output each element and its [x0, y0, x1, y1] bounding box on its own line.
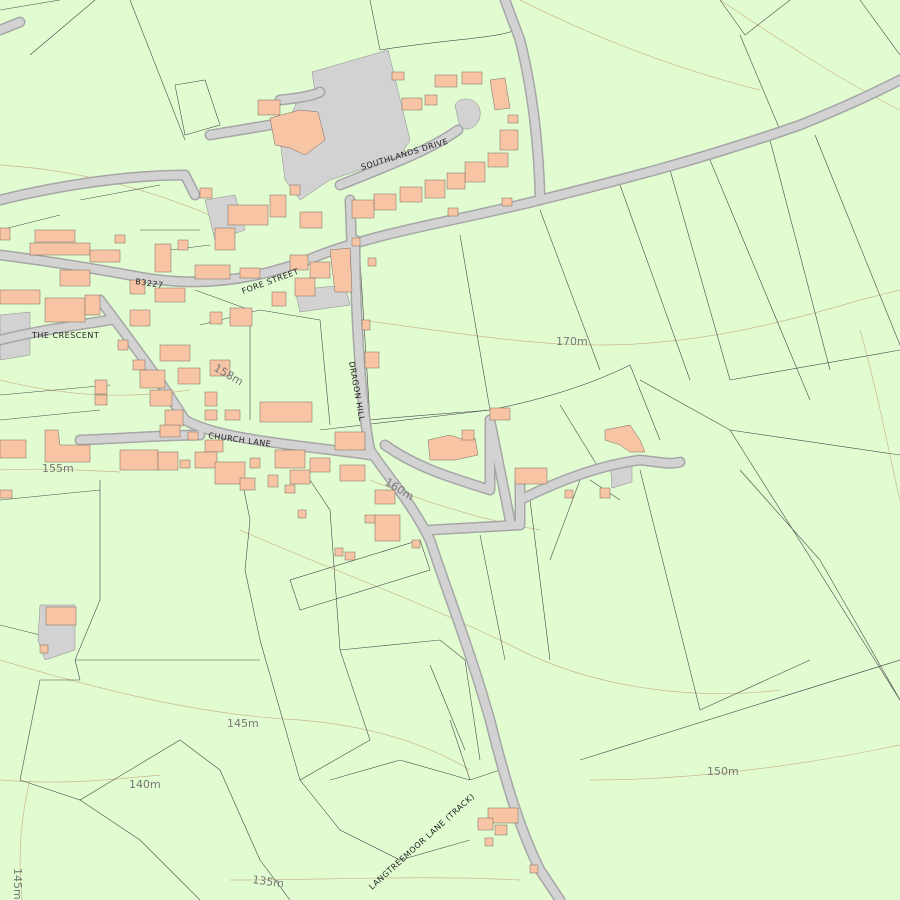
contour-label-170: 170m	[556, 335, 588, 348]
label-the-crescent: THE CRESCENT	[31, 331, 99, 340]
village-map[interactable]: SOUTHLANDS DRIVE FORE STREET B3227 THE C…	[0, 0, 900, 900]
contour-label-140: 140m	[129, 778, 161, 791]
contour-label-155: 155m	[42, 462, 74, 475]
contour-label-145-center: 145m	[227, 717, 259, 730]
contour-label-145-left: 145m	[11, 868, 24, 900]
contour-label-150: 150m	[707, 765, 739, 778]
